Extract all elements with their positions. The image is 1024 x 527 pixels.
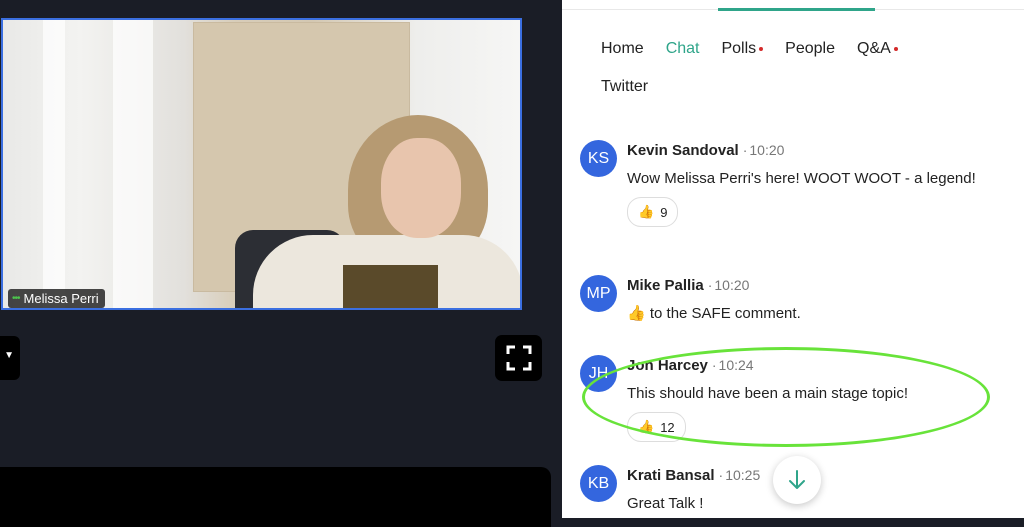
message-time: 10:20: [749, 142, 785, 158]
scroll-to-bottom-button[interactable]: [773, 456, 821, 504]
tab-twitter[interactable]: Twitter: [601, 78, 648, 96]
message-meta: Mike Pallia · 10:20: [627, 275, 977, 295]
collapse-button[interactable]: ▼: [0, 336, 20, 380]
message-author[interactable]: Krati Bansal: [627, 467, 715, 484]
tab-label: Home: [601, 40, 644, 57]
avatar[interactable]: MP: [580, 275, 617, 312]
active-section-indicator: [718, 8, 875, 11]
avatar[interactable]: KS: [580, 140, 617, 177]
panel-tabs: Home Chat Polls People Q&A Twitter: [601, 38, 931, 98]
tab-qa[interactable]: Q&A: [857, 40, 898, 58]
fullscreen-button[interactable]: [495, 335, 542, 381]
message-time: 10:24: [718, 357, 754, 373]
participant-face: [381, 138, 461, 238]
chat-panel: Home Chat Polls People Q&A Twitter KS Kevin S…: [562, 0, 1024, 518]
message-body: Kevin Sandoval · 10:20 Wow Melissa Perri's …: [627, 140, 977, 227]
message-body: Mike Pallia · 10:20 👍 to the SAFE comment.: [627, 275, 977, 324]
avatar[interactable]: KB: [580, 465, 617, 502]
message-time: 10:20: [714, 277, 750, 293]
message-time: 10:25: [725, 467, 761, 483]
arrow-down-icon: [789, 470, 805, 489]
message-author[interactable]: Mike Pallia: [627, 277, 704, 294]
message-text: 👍 to the SAFE comment.: [627, 305, 801, 322]
reaction-count: 9: [660, 204, 668, 220]
thumbs-up-icon: 👍: [638, 204, 655, 219]
tab-chat[interactable]: Chat: [666, 40, 700, 58]
participant-top: [343, 265, 438, 308]
background-curtain: [43, 20, 65, 308]
reaction-button[interactable]: 👍 12: [627, 412, 686, 442]
message-meta: Jon Harcey · 10:24: [627, 355, 977, 375]
tab-polls[interactable]: Polls: [721, 40, 764, 58]
separator: ·: [718, 467, 724, 483]
tab-label: Q&A: [857, 40, 891, 57]
avatar[interactable]: JH: [580, 355, 617, 392]
message-body: Jon Harcey · 10:24 This should have been a …: [627, 355, 977, 442]
participant-video-tile[interactable]: ••• Melissa Perri: [1, 18, 522, 310]
message-author[interactable]: Kevin Sandoval: [627, 142, 739, 159]
message-author[interactable]: Jon Harcey: [627, 357, 708, 374]
tab-home[interactable]: Home: [601, 40, 644, 58]
tab-label: People: [785, 40, 835, 57]
tab-label: Polls: [721, 40, 757, 57]
tab-label: Chat: [665, 40, 700, 57]
tab-people[interactable]: People: [785, 40, 835, 58]
chevron-down-icon: ▼: [4, 350, 14, 361]
audio-indicator-icon: •••: [12, 293, 20, 304]
background-curtain: [113, 20, 153, 308]
separator: ·: [711, 357, 717, 373]
message-text: This should have been a main stage topic…: [627, 385, 909, 402]
message-meta: Kevin Sandoval · 10:20: [627, 140, 977, 160]
participant-name: Melissa Perri: [23, 291, 99, 306]
reaction-button[interactable]: 👍 9: [627, 197, 679, 227]
thumbs-up-icon: 👍: [638, 419, 655, 434]
separator: ·: [742, 142, 748, 158]
video-stage: ••• Melissa Perri ▼: [0, 0, 562, 527]
participant-name-tag: ••• Melissa Perri: [8, 289, 105, 308]
separator: ·: [707, 277, 713, 293]
message-text: Wow Melissa Perri's here! WOOT WOOT - a …: [627, 170, 976, 187]
reaction-count: 12: [660, 419, 675, 435]
notification-dot: [759, 46, 764, 51]
notification-dot: [893, 46, 898, 51]
control-bar: [0, 467, 551, 527]
fullscreen-icon: [506, 345, 531, 371]
tab-label: Twitter: [601, 78, 649, 95]
